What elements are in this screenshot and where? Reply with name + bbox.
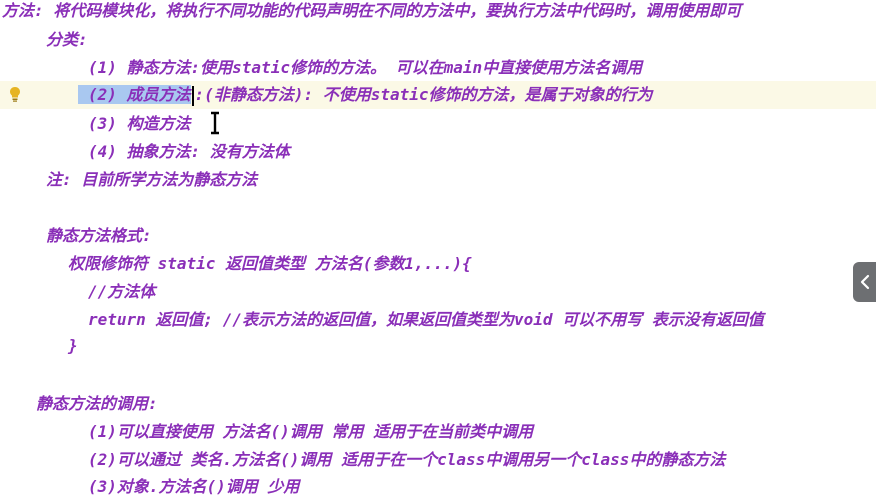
line-text: (1)可以直接使用 方法名()调用 常用 适用于在当前类中调用	[88, 422, 534, 441]
code-line[interactable]: (1) 静态方法:使用static修饰的方法。 可以在main中直接使用方法名调…	[0, 54, 876, 82]
code-line[interactable]: 权限修饰符 static 返回值类型 方法名(参数1,...){	[0, 250, 876, 278]
code-line[interactable]: 注: 目前所学方法为静态方法	[0, 166, 876, 194]
code-line[interactable]: (3)对象.方法名()调用 少用	[0, 473, 876, 501]
text-cursor-icon	[211, 111, 219, 135]
line-text: (2) 成员方法:(非静态方法): 不使用static修饰的方法，是属于对象的行…	[78, 81, 653, 109]
line-text: 分类:	[46, 30, 88, 49]
line-text: 静态方法格式:	[46, 226, 152, 245]
lightbulb-icon[interactable]	[9, 86, 21, 102]
line-text-rest: :(非静态方法): 不使用static修饰的方法，是属于对象的行为	[194, 85, 653, 104]
line-text: (3) 构造方法	[88, 114, 191, 133]
code-line[interactable]: return 返回值; //表示方法的返回值，如果返回值类型为void 可以不用…	[0, 306, 876, 334]
code-line[interactable]: (2)可以通过 类名.方法名()调用 适用于在一个class中调用另一个clas…	[0, 446, 876, 474]
line-text: }	[68, 336, 78, 355]
code-line[interactable]: 静态方法格式:	[0, 222, 876, 250]
line-text: //方法体	[88, 282, 156, 301]
line-text: (3)对象.方法名()调用 少用	[88, 477, 300, 496]
code-line[interactable]: 分类:	[0, 26, 876, 54]
code-editor[interactable]: 方法: 将代码模块化，将执行不同功能的代码声明在不同的方法中，要执行方法中代码时…	[0, 0, 876, 501]
line-text: 权限修饰符 static 返回值类型 方法名(参数1,...){	[68, 254, 472, 273]
line-text: 注: 目前所学方法为静态方法	[46, 170, 258, 189]
code-line[interactable]: (1)可以直接使用 方法名()调用 常用 适用于在当前类中调用	[0, 418, 876, 446]
code-line[interactable]: (3) 构造方法	[0, 110, 876, 138]
line-text: return 返回值; //表示方法的返回值，如果返回值类型为void 可以不用…	[88, 310, 764, 329]
side-panel-toggle[interactable]	[853, 262, 876, 302]
code-line[interactable]: }	[0, 332, 876, 360]
current-code-line[interactable]: (2) 成员方法:(非静态方法): 不使用static修饰的方法，是属于对象的行…	[0, 81, 876, 109]
chevron-left-icon	[860, 274, 869, 290]
code-line[interactable]: //方法体	[0, 278, 876, 306]
line-text: (2)可以通过 类名.方法名()调用 适用于在一个class中调用另一个clas…	[88, 450, 726, 469]
line-text: 静态方法的调用:	[36, 394, 158, 413]
code-line[interactable]: 方法: 将代码模块化，将执行不同功能的代码声明在不同的方法中，要执行方法中代码时…	[0, 0, 876, 25]
code-line[interactable]: (4) 抽象方法: 没有方法体	[0, 138, 876, 166]
line-text: (4) 抽象方法: 没有方法体	[88, 142, 290, 161]
line-text: (1) 静态方法:使用static修饰的方法。 可以在main中直接使用方法名调…	[88, 58, 643, 77]
text-caret	[191, 85, 194, 106]
code-line[interactable]: 静态方法的调用:	[0, 390, 876, 418]
line-text: 方法: 将代码模块化，将执行不同功能的代码声明在不同的方法中，要执行方法中代码时…	[2, 1, 742, 20]
text-selection[interactable]: (2) 成员方法	[78, 85, 191, 104]
